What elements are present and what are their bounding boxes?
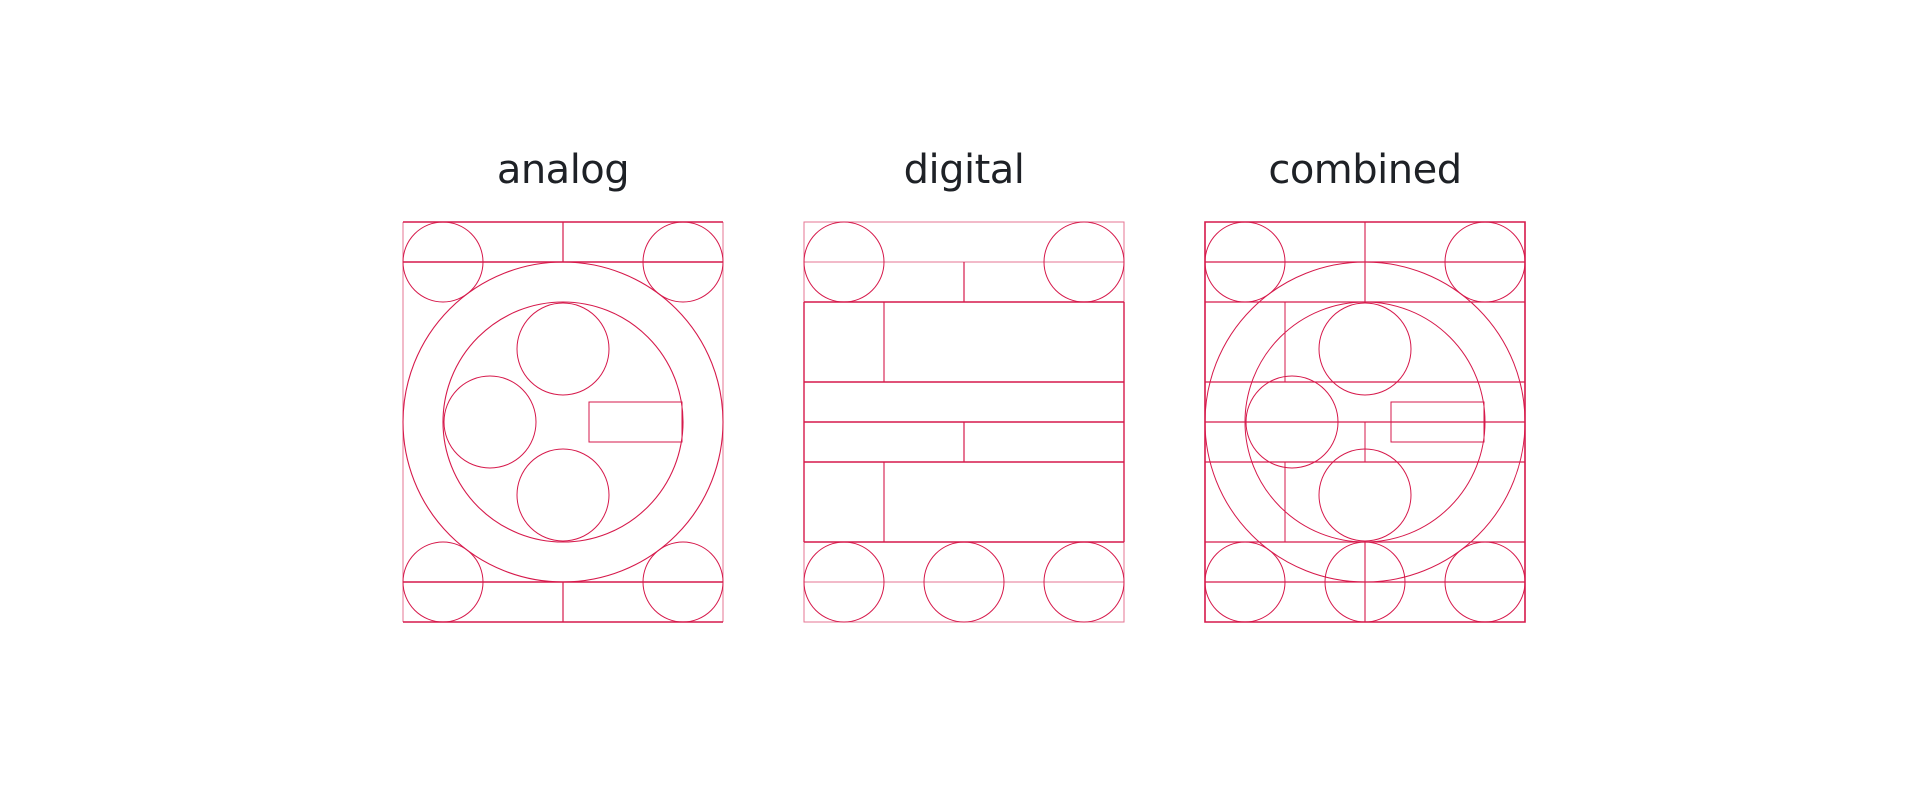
panel-title-analog: analog — [496, 147, 630, 193]
panel-title-combined: combined — [1268, 147, 1462, 193]
inner-ring — [443, 302, 683, 542]
display-rect — [589, 402, 682, 442]
knob-circle-left — [444, 376, 536, 468]
diagram-digital — [804, 222, 1124, 622]
diagram-analog — [403, 222, 723, 622]
outer-ring — [403, 262, 723, 582]
knob-circle-top — [517, 303, 609, 395]
panel-title-digital: digital — [903, 147, 1025, 193]
knob-circle-bottom — [1319, 449, 1411, 541]
diagram-combined — [1205, 222, 1525, 622]
knob-circle-top — [1319, 303, 1411, 395]
knob-circle-bottom — [517, 449, 609, 541]
